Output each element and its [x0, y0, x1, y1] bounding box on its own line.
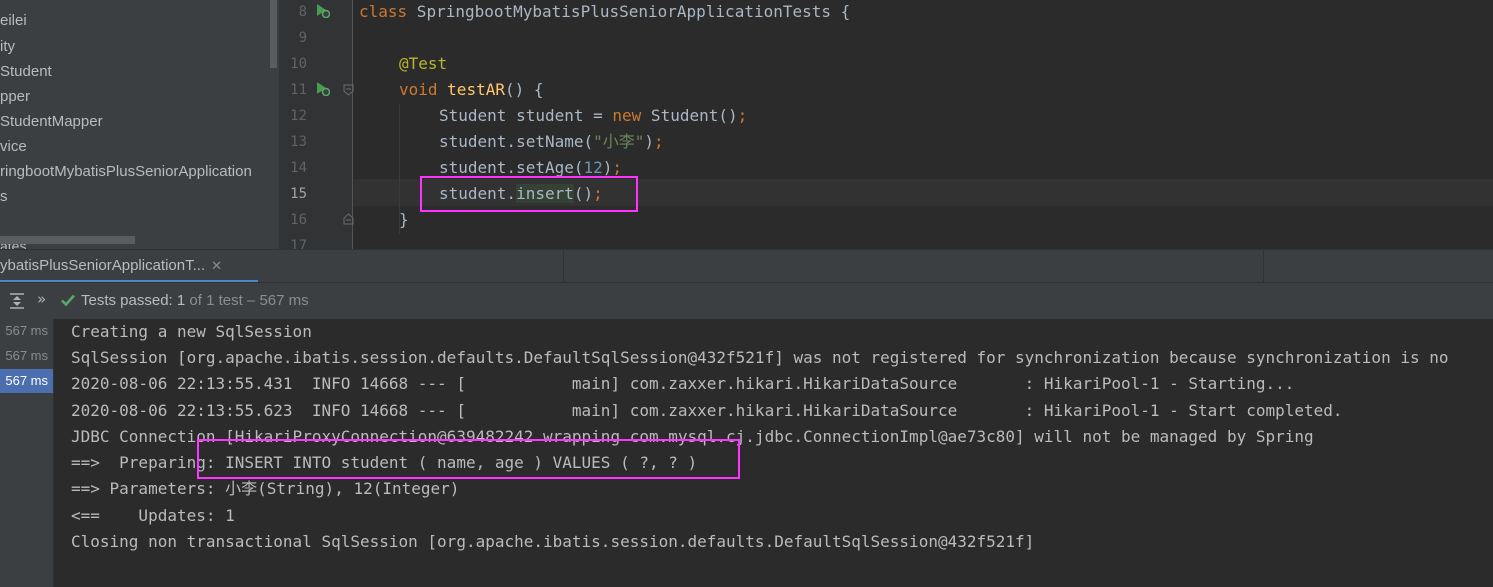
gutter-divider: [352, 0, 353, 249]
code-line-11: void testAR() {: [399, 78, 544, 104]
line-number: 12: [279, 104, 307, 130]
line-number: 11: [279, 78, 307, 104]
tab-divider: [563, 250, 564, 283]
fold-end-icon[interactable]: [343, 213, 354, 225]
line-number-current: 15: [279, 182, 307, 208]
tree-item[interactable]: Student: [0, 59, 52, 84]
run-tab-bar: ybatisPlusSeniorApplicationT... ✕: [0, 249, 1493, 283]
expand-all-icon[interactable]: [8, 292, 26, 310]
line-number: 17: [279, 234, 307, 249]
code-line-14: student.setAge(12);: [439, 156, 622, 182]
tree-item[interactable]: ringbootMybatisPlusSeniorApplication: [0, 159, 252, 184]
code-editor[interactable]: 8 9 10 11 12 13 14 15 16 17 class Spring…: [279, 0, 1493, 249]
console-line: Closing non transactional SqlSession [or…: [71, 529, 1034, 555]
console-line: ==> Parameters: 小李(String), 12(Integer): [71, 476, 459, 502]
more-actions-icon[interactable]: »: [37, 290, 46, 308]
console-line: 2020-08-06 22:13:55.623 INFO 14668 --- […: [71, 398, 1343, 424]
console-line: ==> Preparing: INSERT INTO student ( nam…: [71, 450, 697, 476]
tree-item[interactable]: s: [0, 184, 8, 209]
console-line: 2020-08-06 22:13:55.431 INFO 14668 --- […: [71, 371, 1294, 397]
test-timing[interactable]: 567 ms: [0, 344, 53, 368]
line-number: 13: [279, 130, 307, 156]
console-output[interactable]: Creating a new SqlSession SqlSession [or…: [54, 319, 1493, 587]
code-line-10: @Test: [399, 52, 447, 78]
line-number: 9: [279, 26, 307, 52]
line-number: 10: [279, 52, 307, 78]
console-line: JDBC Connection [HikariProxyConnection@6…: [71, 424, 1314, 450]
run-configuration-tab[interactable]: ybatisPlusSeniorApplicationT... ✕: [0, 250, 258, 283]
tab-divider: [1263, 250, 1264, 283]
tree-item[interactable]: eilei: [0, 8, 27, 33]
console-line: SqlSession [org.apache.ibatis.session.de…: [71, 345, 1449, 371]
code-line-8: class SpringbootMybatisPlusSeniorApplica…: [359, 0, 850, 26]
tree-item[interactable]: pper: [0, 84, 30, 109]
run-tests-icon[interactable]: [314, 2, 330, 18]
code-line-16: }: [399, 208, 409, 234]
code-line-15: student.insert();: [439, 182, 603, 208]
code-line-13: student.setName("小李");: [439, 130, 664, 156]
tree-horizontal-scrollbar[interactable]: [0, 236, 135, 244]
project-tree: eilei ity Student pper StudentMapper vic…: [0, 0, 279, 249]
tree-item[interactable]: ity: [0, 34, 15, 59]
fold-icon[interactable]: [343, 84, 354, 96]
test-tree-panel: 567 ms 567 ms 567 ms: [0, 319, 54, 587]
console-line: <== Updates: 1: [71, 503, 235, 529]
code-line-12: Student student = new Student();: [439, 104, 747, 130]
tree-item[interactable]: StudentMapper: [0, 109, 103, 134]
tree-item[interactable]: vice: [0, 134, 27, 159]
test-timing[interactable]: 567 ms: [0, 319, 53, 343]
close-icon[interactable]: ✕: [211, 258, 222, 273]
console-line: Creating a new SqlSession: [71, 319, 312, 345]
line-number: 14: [279, 156, 307, 182]
test-timing-selected[interactable]: 567 ms: [0, 369, 53, 393]
run-tab-label: ybatisPlusSeniorApplicationT...: [0, 257, 205, 274]
tests-status-text: Tests passed: 1 of 1 test – 567 ms: [81, 292, 309, 309]
test-results-toolbar: » Tests passed: 1 of 1 test – 567 ms: [0, 282, 1493, 320]
run-test-icon[interactable]: [314, 80, 330, 96]
line-number: 16: [279, 208, 307, 234]
tests-passed-check-icon: [60, 292, 76, 308]
line-number: 8: [279, 0, 307, 26]
tree-vertical-scrollbar[interactable]: [270, 0, 277, 68]
